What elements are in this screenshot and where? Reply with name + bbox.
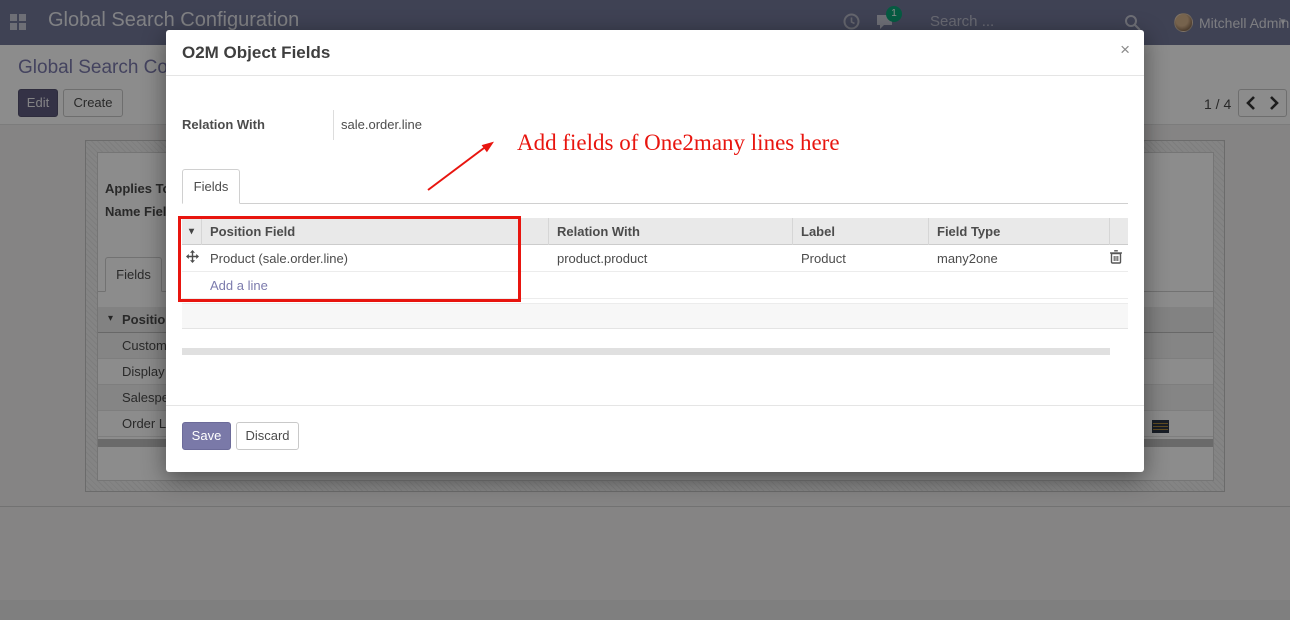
cell-field-type: many2one <box>929 251 1110 266</box>
close-icon[interactable]: × <box>1120 40 1130 60</box>
modal-horizontal-scrollbar[interactable] <box>182 348 1110 355</box>
modal-header: O2M Object Fields × <box>166 30 1144 76</box>
o2m-object-fields-dialog: O2M Object Fields × Relation With sale.o… <box>166 30 1144 472</box>
o2m-fields-table: ▾ Position Field Relation With Label Fie… <box>182 218 1128 299</box>
modal-footer-divider <box>166 405 1144 406</box>
save-button[interactable]: Save <box>182 422 231 450</box>
modal-title: O2M Object Fields <box>182 43 330 63</box>
trash-icon <box>1110 250 1122 264</box>
drag-handle-icon[interactable] <box>182 250 202 266</box>
table-row[interactable]: Product (sale.order.line) product.produc… <box>182 245 1128 272</box>
modal-tabbar-line <box>182 203 1128 204</box>
discard-button[interactable]: Discard <box>236 422 299 450</box>
column-header-field-type[interactable]: Field Type <box>929 218 1110 245</box>
column-header-actions <box>1110 218 1128 245</box>
sort-caret-icon: ▾ <box>182 218 202 245</box>
column-header-relation-with[interactable]: Relation With <box>549 218 793 245</box>
delete-row-button[interactable] <box>1110 250 1128 267</box>
column-header-label[interactable]: Label <box>793 218 929 245</box>
cell-relation-with: product.product <box>549 251 793 266</box>
add-a-line-row: Add a line <box>182 272 1128 299</box>
o2m-table-header-row: ▾ Position Field Relation With Label Fie… <box>182 218 1128 245</box>
cell-label: Product <box>793 251 929 266</box>
add-a-line-link[interactable]: Add a line <box>202 278 549 293</box>
relation-with-value: sale.order.line <box>341 117 422 132</box>
modal-fields-tab[interactable]: Fields <box>182 169 240 204</box>
cell-position-field: Product (sale.order.line) <box>202 251 549 266</box>
field-divider <box>333 110 334 140</box>
column-header-position-field[interactable]: Position Field <box>202 218 549 245</box>
relation-with-label: Relation With <box>182 117 330 132</box>
empty-table-stripe <box>182 303 1128 329</box>
